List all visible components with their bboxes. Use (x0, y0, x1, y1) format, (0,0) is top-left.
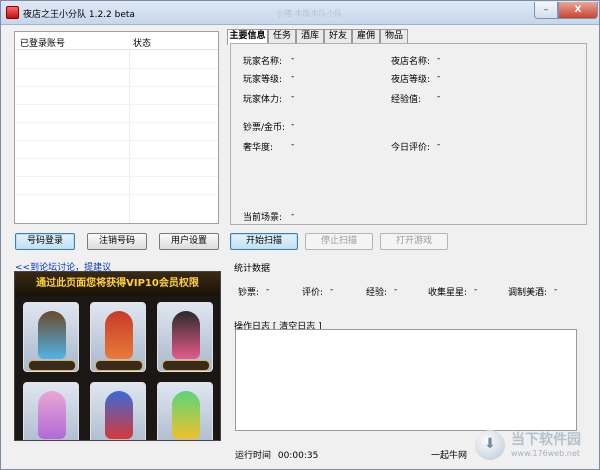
character-card[interactable] (90, 302, 146, 372)
cash-coins-value: - (291, 120, 295, 130)
logout-button[interactable]: 注销号码 (87, 233, 147, 250)
minimize-button[interactable]: – (534, 2, 558, 19)
close-button[interactable]: X (558, 2, 598, 19)
player-level-value: - (291, 72, 295, 82)
app-icon (6, 6, 19, 19)
today-rating-label: 今日评价: (391, 143, 431, 153)
watermark-url: www.176web.net (511, 449, 580, 458)
current-scene-value: - (291, 210, 295, 220)
window-title: 夜店之王小分队 1.2.2 beta (23, 10, 135, 20)
player-level-label: 玩家等级: (243, 75, 283, 85)
pet-card[interactable] (23, 382, 79, 440)
experience-label: 经验值: (391, 95, 422, 105)
start-scan-button[interactable]: 开始扫描 (230, 233, 298, 250)
club-name-value: - (437, 54, 441, 64)
character-figure (172, 311, 200, 359)
luxury-value: - (291, 140, 295, 150)
account-list[interactable]: 已登录账号 状态 (14, 31, 219, 224)
pet-figure (172, 391, 200, 439)
stats-mixer-value: - (554, 285, 558, 295)
character-caption (95, 360, 143, 371)
watermark-text: 当下软件园 (511, 432, 581, 448)
stats-section: 统计数据 钞票: - 评价: - 经验: - 收集星星: - 调制美酒: - (230, 259, 587, 307)
experience-value: - (437, 92, 441, 102)
stats-mixer-label: 调制美酒: (508, 288, 548, 298)
col-header-status[interactable]: 状态 (133, 36, 151, 49)
club-level-value: - (437, 72, 441, 82)
list-row-line (15, 194, 218, 195)
character-card[interactable] (157, 302, 213, 372)
pet-card[interactable] (157, 382, 213, 440)
character-figure (38, 311, 66, 359)
tab-wine-cellar[interactable]: 酒库 (296, 29, 324, 44)
stats-rating-label: 评价: (302, 288, 324, 298)
character-figure (105, 311, 133, 359)
watermark: ⬇ 当下软件园 www.176web.net (475, 427, 593, 465)
promo-banner-image[interactable]: 通过此页面您将获得VIP10会员权限 (14, 271, 221, 441)
player-name-label: 玩家名称: (243, 57, 283, 67)
stop-scan-button[interactable]: 停止扫描 (305, 233, 373, 250)
tab-items[interactable]: 物品 (380, 29, 408, 44)
runtime-value: 00:00:35 (277, 451, 319, 461)
stats-title: 统计数据 (234, 264, 271, 274)
character-card[interactable] (23, 302, 79, 372)
stats-exp-label: 经验: (366, 288, 388, 298)
character-caption (28, 360, 76, 371)
stats-cash-label: 钞票: (238, 288, 260, 298)
operation-log[interactable] (235, 329, 577, 431)
app-window: 夜店之王小分队 1.2.2 beta 小猪·本版本队小队 – X 已登录账号 状… (0, 0, 600, 470)
promo-banner-text: 通过此页面您将获得VIP10会员权限 (15, 272, 220, 296)
col-header-account[interactable]: 已登录账号 (20, 36, 65, 49)
player-name-value: - (291, 54, 295, 64)
list-row-line (15, 86, 218, 87)
list-row-line (15, 68, 218, 69)
pet-figure (105, 391, 133, 439)
current-scene-label: 当前场景: (243, 213, 283, 223)
player-stamina-value: - (291, 92, 295, 102)
tab-tasks[interactable]: 任务 (268, 29, 296, 44)
list-row-line (15, 140, 218, 141)
tab-hire[interactable]: 雇佣 (352, 29, 380, 44)
user-settings-button[interactable]: 用户设置 (159, 233, 219, 250)
stats-cash-value: - (266, 285, 270, 295)
stats-stars-label: 收集星星: (428, 288, 468, 298)
tab-friends[interactable]: 好友 (324, 29, 352, 44)
stats-exp-value: - (394, 285, 398, 295)
list-row-line (15, 122, 218, 123)
club-level-label: 夜店等级: (391, 75, 431, 85)
club-name-label: 夜店名称: (391, 57, 431, 67)
cash-coins-label: 钞票/金币: (243, 123, 286, 133)
main-info-panel: 玩家名称: - 玩家等级: - 玩家体力: - 钞票/金币: - 奢华度: - … (230, 43, 587, 225)
stats-rating-value: - (330, 285, 334, 295)
brand-label: 一起牛网 (431, 451, 468, 461)
list-row-line (15, 176, 218, 177)
luxury-label: 奢华度: (243, 143, 274, 153)
column-divider (129, 50, 130, 223)
pet-card[interactable] (90, 382, 146, 440)
download-arrow-icon: ⬇ (484, 436, 496, 452)
open-game-button[interactable]: 打开游戏 (380, 233, 448, 250)
today-rating-value: - (437, 140, 441, 150)
stats-stars-value: - (474, 285, 478, 295)
pet-figure (38, 391, 66, 439)
status-bar: 运行时间 00:00:35 (235, 448, 318, 461)
background-window-title: 小猪·本版本队小队 (276, 9, 343, 18)
runtime-label: 运行时间 (235, 451, 272, 461)
list-row-line (15, 104, 218, 105)
login-button[interactable]: 号码登录 (15, 233, 75, 250)
list-row-line (15, 158, 218, 159)
title-bar[interactable]: 夜店之王小分队 1.2.2 beta 小猪·本版本队小队 – X (1, 1, 599, 25)
player-stamina-label: 玩家体力: (243, 95, 283, 105)
account-list-header: 已登录账号 状态 (15, 32, 218, 50)
character-caption (162, 360, 210, 371)
